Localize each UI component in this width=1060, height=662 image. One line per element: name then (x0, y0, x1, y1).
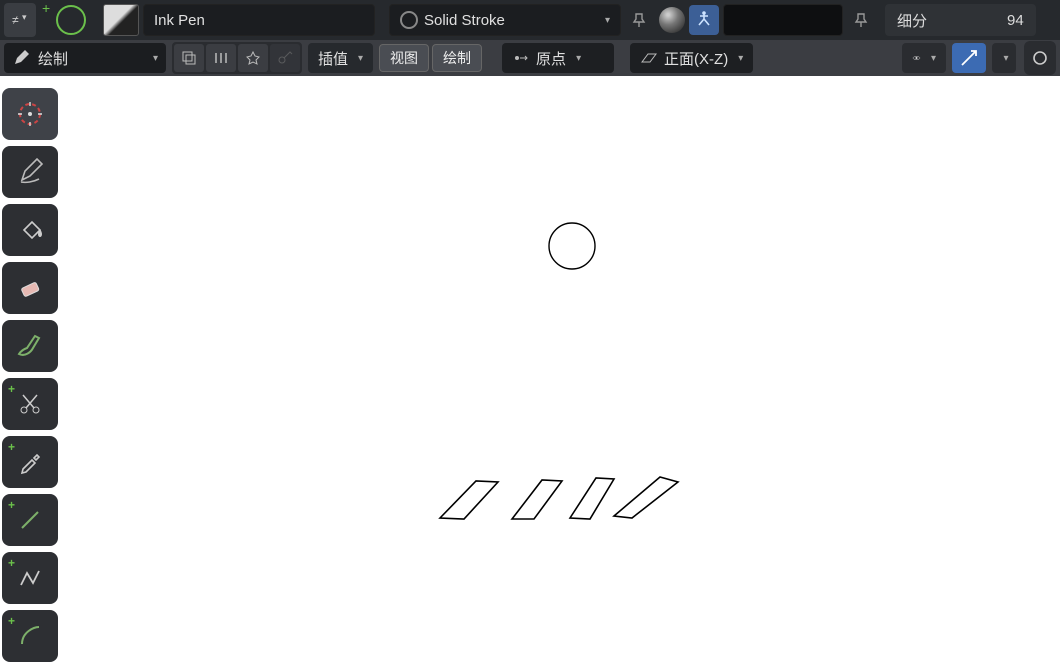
layer-toggle-cluster (172, 42, 302, 74)
tool-polyline[interactable]: + (2, 552, 58, 604)
chevron-down-icon: ▾ (931, 53, 936, 64)
subdivide-value: 94 (1007, 12, 1024, 29)
view-draw-toggle: 视图 绘制 (379, 44, 482, 72)
chevron-down-icon: ▾ (738, 53, 743, 64)
pencil-icon (12, 49, 30, 67)
draw-tab[interactable]: 绘制 (432, 44, 482, 72)
subdivide-control[interactable]: 细分 94 (885, 4, 1036, 36)
armature-icon[interactable] (689, 5, 719, 35)
plus-icon: + (8, 614, 15, 628)
plus-icon: + (8, 498, 15, 512)
toggle-autokey[interactable] (270, 44, 300, 72)
guides-icon (959, 48, 979, 68)
stroke-material-label: Solid Stroke (424, 12, 505, 29)
chevron-down-icon: ▾ (358, 53, 363, 64)
tool-line[interactable]: + (2, 494, 58, 546)
drawing-svg (62, 78, 1060, 620)
brush-radius-preview: + (42, 2, 98, 38)
brush-name-input[interactable]: Ink Pen (143, 4, 375, 36)
plane-icon (640, 50, 658, 66)
scissors-icon (17, 391, 43, 417)
extra-toggle[interactable] (1024, 41, 1056, 75)
header-toolbar-2: 绘制 ▾ 插值 ▾ 视图 绘制 原点 ▾ 正面(X-Z) ▾ ▾ ▾ (0, 40, 1060, 76)
origin-icon (512, 51, 530, 65)
view-tab[interactable]: 视图 (379, 44, 429, 72)
tool-erase[interactable] (2, 262, 58, 314)
plus-icon: + (42, 0, 50, 16)
eyedropper-icon (17, 449, 43, 475)
stroke-material-select[interactable]: Solid Stroke ▾ (389, 4, 621, 36)
svg-text:≠: ≠ (12, 13, 19, 27)
left-toolbar: + + + + + (2, 88, 58, 662)
tool-cutter[interactable]: + (2, 378, 58, 430)
tool-tint[interactable] (2, 320, 58, 372)
toggle-layers[interactable] (174, 44, 204, 72)
guides-dropdown[interactable]: ▾ (992, 43, 1016, 73)
material-slot (659, 4, 843, 36)
material-sphere-icon[interactable] (659, 7, 685, 33)
polyline-icon (17, 565, 43, 591)
subdivide-label: 细分 (897, 10, 927, 31)
plus-icon: + (8, 382, 15, 396)
mode-label: 绘制 (38, 48, 68, 69)
pin-button-2[interactable] (847, 4, 875, 36)
toggle-thickness[interactable] (206, 44, 236, 72)
chevron-down-icon: ▾ (576, 53, 581, 64)
svg-text:▾: ▾ (22, 12, 27, 22)
drawing-plane-select[interactable]: 正面(X-Z) ▾ (630, 43, 753, 73)
header-toolbar-1: ≠▾ + Ink Pen Solid Stroke ▾ 细分 94 (0, 0, 1060, 40)
pin-material-button[interactable] (625, 4, 653, 36)
tool-arc[interactable]: + (2, 610, 58, 662)
pencil-icon (16, 158, 44, 186)
brush-circle-icon (56, 5, 86, 35)
bucket-icon (16, 216, 44, 244)
plus-icon: + (8, 440, 15, 454)
interpolate-label: 插值 (318, 48, 348, 69)
eraser-icon (16, 274, 44, 302)
origin-label: 原点 (536, 48, 566, 69)
guides-toggle[interactable] (952, 43, 986, 73)
snap-dropdown[interactable]: ≠▾ (4, 3, 36, 37)
mode-select[interactable]: 绘制 ▾ (4, 43, 166, 73)
tool-eyedropper[interactable]: + (2, 436, 58, 488)
brush-icon (15, 332, 45, 360)
cursor-icon (15, 99, 45, 129)
ring-icon (400, 11, 418, 29)
arc-icon (17, 623, 43, 649)
chevron-down-icon: ▾ (605, 15, 610, 26)
drawing-plane-label: 正面(X-Z) (664, 48, 728, 69)
brush-thumbnail[interactable] (103, 4, 139, 36)
tool-draw[interactable] (2, 146, 58, 198)
chevron-down-icon: ▾ (1003, 53, 1008, 64)
interpolate-menu[interactable]: 插值 ▾ (308, 43, 373, 73)
line-icon (17, 507, 43, 533)
tool-fill[interactable] (2, 204, 58, 256)
plus-icon: + (8, 556, 15, 570)
eye-icon (912, 51, 921, 65)
viewport-canvas[interactable] (62, 78, 1060, 620)
origin-select[interactable]: 原点 ▾ (502, 43, 614, 73)
tool-cursor[interactable] (2, 88, 58, 140)
visibility-dropdown[interactable]: ▾ (902, 43, 946, 73)
chevron-down-icon: ▾ (153, 53, 158, 64)
toggle-multiframe[interactable] (238, 44, 268, 72)
material-name-input[interactable] (723, 4, 843, 36)
